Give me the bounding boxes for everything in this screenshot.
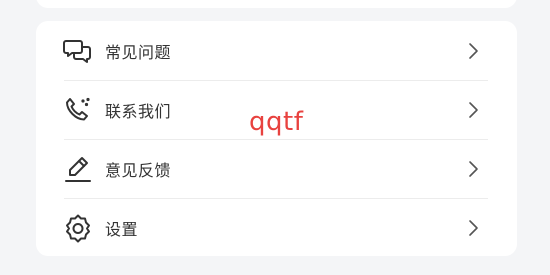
chat-bubbles-icon [62, 35, 94, 67]
pencil-edit-icon [62, 153, 94, 185]
gear-icon [62, 212, 94, 244]
watermark-text: qqtf [249, 107, 304, 137]
menu-item-feedback[interactable]: 意见反馈 [36, 139, 517, 198]
previous-card [36, 0, 517, 8]
menu-item-label: 常见问题 [105, 42, 172, 62]
menu-item-label: 意见反馈 [105, 160, 172, 180]
menu-item-settings[interactable]: 设置 [36, 198, 517, 257]
chevron-right-icon [467, 218, 481, 238]
menu-item-label: 联系我们 [105, 101, 172, 121]
menu-card: 常见问题 联系我们 意见反馈 设置 [36, 21, 517, 256]
chevron-right-icon [467, 100, 481, 120]
menu-item-faq[interactable]: 常见问题 [36, 21, 517, 80]
menu-item-label: 设置 [105, 219, 139, 239]
chevron-right-icon [467, 159, 481, 179]
chevron-right-icon [467, 41, 481, 61]
phone-call-icon [62, 94, 94, 126]
